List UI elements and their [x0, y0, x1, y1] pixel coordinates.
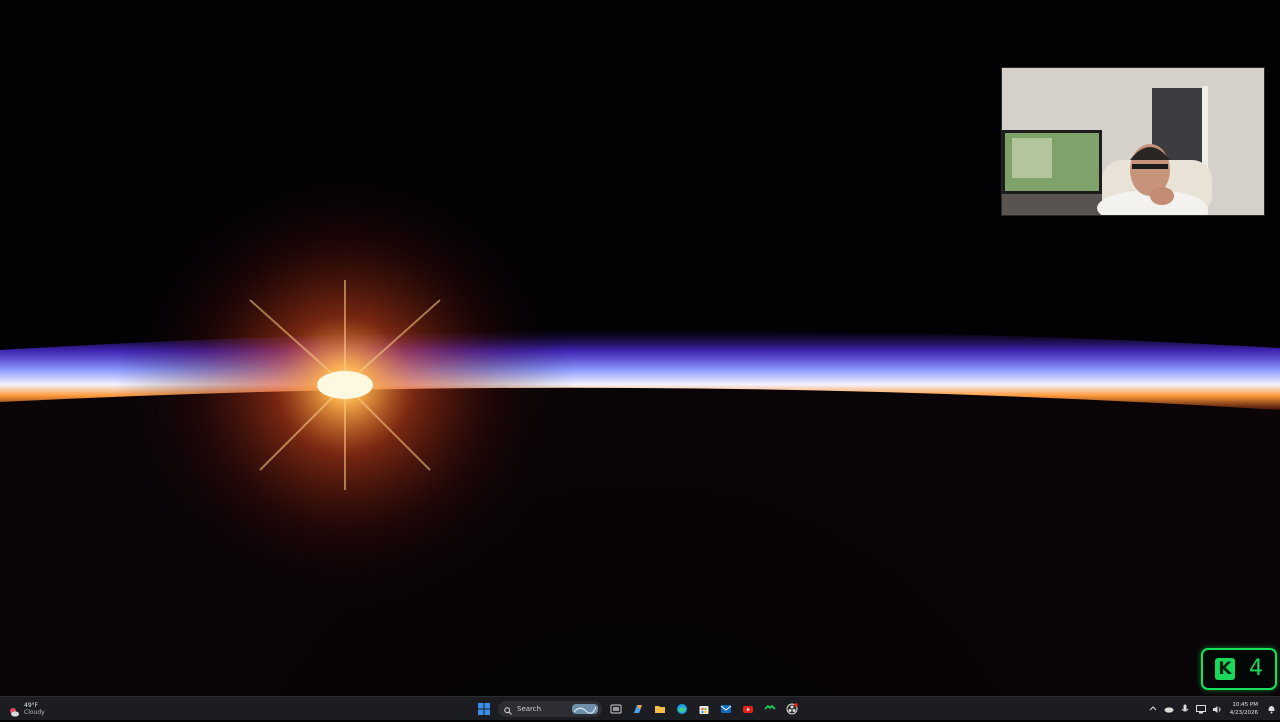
cloudy-weather-icon	[8, 703, 20, 717]
volume-icon[interactable]	[1212, 704, 1222, 714]
search-highlight-icon	[572, 704, 598, 714]
webcam-overlay	[1001, 67, 1265, 216]
search-icon	[504, 700, 512, 719]
viewer-count: 4	[1249, 656, 1263, 681]
network-icon[interactable]	[1195, 704, 1206, 714]
youtube-icon[interactable]	[740, 701, 756, 717]
weather-widget[interactable]: 49°F Cloudy	[8, 699, 45, 719]
search-placeholder: Search	[517, 705, 542, 713]
system-tray: 10:45 PM 4/23/2026	[1148, 699, 1276, 719]
copilot-icon[interactable]	[630, 701, 646, 717]
outlook-icon[interactable]	[718, 701, 734, 717]
taskbar: 49°F Cloudy Search 10:45 PM 4/23/2026	[0, 696, 1280, 720]
chevron-up-icon[interactable]	[1148, 704, 1158, 714]
microphone-icon[interactable]	[1180, 704, 1190, 714]
onedrive-cloud-icon[interactable]	[1164, 704, 1174, 714]
obs-icon[interactable]	[784, 701, 800, 717]
windows-logo-icon[interactable]	[476, 701, 492, 717]
taskbar-apps: Search	[476, 699, 800, 719]
task-view-icon[interactable]	[608, 701, 624, 717]
desktop: K 4	[0, 0, 1280, 696]
kick-logo: K	[1215, 658, 1235, 680]
kick-icon[interactable]	[762, 701, 778, 717]
taskbar-search-box[interactable]: Search	[498, 701, 602, 717]
folder-icon[interactable]	[652, 701, 668, 717]
edge-icon[interactable]	[674, 701, 690, 717]
weather-condition: Cloudy	[24, 709, 45, 716]
taskbar-clock[interactable]: 10:45 PM 4/23/2026	[1230, 701, 1258, 717]
store-icon[interactable]	[696, 701, 712, 717]
clock-date: 4/23/2026	[1229, 710, 1258, 716]
weather-temperature: 49°F	[24, 702, 39, 709]
kick-viewer-badge: K 4	[1201, 648, 1277, 690]
notification-bell-icon[interactable]	[1266, 704, 1276, 714]
clock-time: 10:45 PM	[1232, 702, 1258, 708]
